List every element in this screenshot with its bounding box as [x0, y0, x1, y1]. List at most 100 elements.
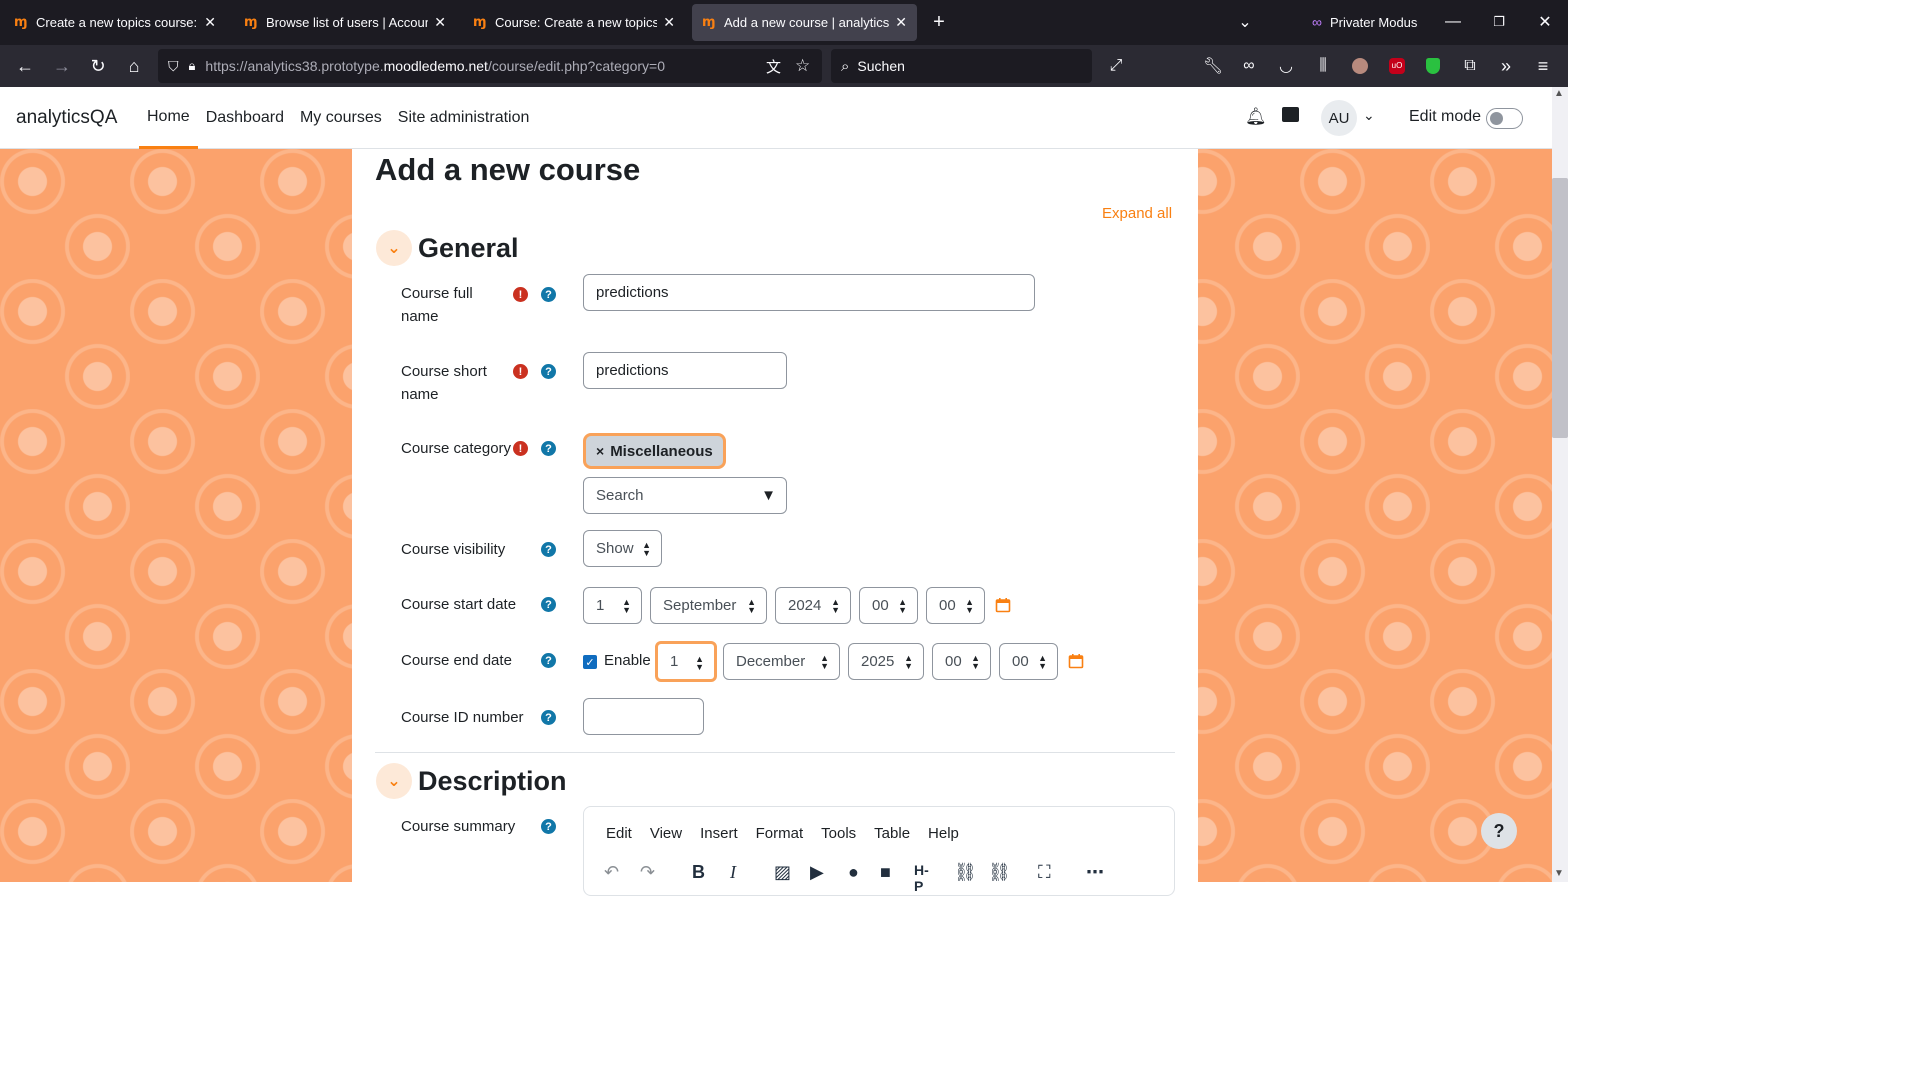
restore-button[interactable]: ❐	[1488, 10, 1510, 34]
media-icon[interactable]: ▶	[810, 862, 824, 883]
forward-arrow-icon[interactable]: →	[50, 54, 74, 78]
help-icon[interactable]: ?	[541, 819, 556, 834]
browser-tab-1[interactable]: ɱ Create a new topics course: Log ✕	[4, 4, 226, 41]
nav-my-courses[interactable]: My courses	[292, 87, 390, 149]
editor-menu-table[interactable]: Table	[874, 825, 910, 842]
bold-icon[interactable]: B	[692, 862, 705, 883]
calendar-icon[interactable]	[1068, 653, 1084, 669]
scrollbar-thumb[interactable]	[1552, 178, 1568, 438]
edit-mode-toggle[interactable]	[1486, 108, 1523, 129]
expand-all-link[interactable]: Expand all	[1102, 205, 1172, 222]
browser-tab-4[interactable]: ɱ Add a new course | analyticsQA ✕	[692, 4, 917, 41]
end-month-select[interactable]: December ▲ ▼	[723, 643, 840, 680]
browser-tab-3[interactable]: ɱ Course: Create a new topics cou ✕	[463, 4, 685, 41]
editor-menu-view[interactable]: View	[650, 825, 682, 842]
hamburger-menu-icon[interactable]: ≡	[1531, 54, 1555, 78]
section-description-header[interactable]: ⌄ Description	[376, 763, 567, 799]
course-visibility-select[interactable]: Show ▲ ▼	[583, 530, 662, 567]
h5p-icon[interactable]: H-P	[914, 862, 929, 894]
window-close-button[interactable]: ✕	[1534, 10, 1556, 34]
browser-tab-2[interactable]: ɱ Browse list of users | Accounts | ✕	[234, 4, 456, 41]
redo-icon[interactable]: ↷	[640, 862, 655, 883]
dropdown-triangle-icon[interactable]: ▼	[761, 487, 776, 504]
url-bar[interactable]: ⛉ 🔒︎ https://analytics38.prototype. moodl…	[158, 49, 822, 83]
fullscreen-icon[interactable]: ⛶	[1038, 862, 1051, 883]
editor-menu-help[interactable]: Help	[928, 825, 959, 842]
image-icon[interactable]: ▨	[774, 862, 791, 883]
account-avatar-icon[interactable]	[1348, 54, 1372, 78]
chevron-down-icon[interactable]: ⌄	[376, 230, 412, 266]
help-icon[interactable]: ?	[541, 287, 556, 302]
microphone-icon[interactable]: ●	[848, 862, 859, 883]
close-icon[interactable]: ✕	[663, 14, 675, 31]
shield-extension-icon[interactable]	[1421, 54, 1445, 78]
back-arrow-icon[interactable]: ←	[13, 54, 37, 78]
ublock-icon[interactable]: uO	[1385, 54, 1409, 78]
scroll-up-icon[interactable]: ▲	[1554, 88, 1564, 99]
new-tab-button[interactable]: +	[928, 10, 950, 34]
minimize-button[interactable]: —	[1442, 10, 1464, 34]
pocket-icon[interactable]: ◡	[1274, 54, 1298, 78]
help-icon[interactable]: ?	[541, 364, 556, 379]
messages-icon[interactable]	[1282, 107, 1299, 122]
start-minute-select[interactable]: 00 ▲ ▼	[926, 587, 985, 624]
chevron-down-icon[interactable]: ⌄	[1363, 107, 1375, 124]
bell-icon[interactable]: 🔔︎	[1245, 107, 1267, 127]
course-full-name-input[interactable]: predictions	[583, 274, 1035, 311]
start-year-select[interactable]: 2024 ▲ ▼	[775, 587, 851, 624]
start-day-select[interactable]: 1 ▲ ▼	[583, 587, 642, 624]
nav-site-administration[interactable]: Site administration	[390, 87, 538, 149]
private-mask-icon[interactable]: ∞	[1237, 54, 1261, 78]
lock-icon[interactable]: 🔒︎	[189, 58, 196, 74]
editor-menu-edit[interactable]: Edit	[606, 825, 632, 842]
tab-list-chevron-icon[interactable]: ⌄	[1234, 10, 1256, 34]
rich-text-editor[interactable]: Edit View Insert Format Tools Table Help…	[583, 806, 1175, 896]
start-month-select[interactable]: September ▲ ▼	[650, 587, 767, 624]
end-day-select[interactable]: 1 ▲ ▼	[655, 641, 717, 682]
editor-menu-format[interactable]: Format	[756, 825, 804, 842]
reload-icon[interactable]: ↻	[86, 54, 110, 78]
close-icon[interactable]: ✕	[204, 14, 216, 31]
extensions-puzzle-icon[interactable]: ⧉	[1458, 54, 1482, 78]
site-brand[interactable]: analyticsQA	[16, 107, 117, 129]
translate-icon[interactable]: 文	[766, 56, 781, 77]
help-icon[interactable]: ?	[541, 653, 556, 668]
italic-icon[interactable]: I	[730, 862, 736, 883]
remove-tag-icon[interactable]: ×	[596, 443, 604, 459]
end-date-enable-checkbox[interactable]: ✓	[583, 655, 597, 669]
nav-home[interactable]: Home	[139, 87, 198, 149]
end-hour-select[interactable]: 00 ▲ ▼	[932, 643, 991, 680]
video-camera-icon[interactable]: ■	[880, 862, 891, 883]
category-selected-tag[interactable]: × Miscellaneous	[583, 433, 726, 469]
course-short-name-input[interactable]: predictions	[583, 352, 787, 389]
end-minute-select[interactable]: 00 ▲ ▼	[999, 643, 1058, 680]
help-icon[interactable]: ?	[541, 597, 556, 612]
chevron-down-icon[interactable]: ⌄	[376, 763, 412, 799]
unlink-icon[interactable]: ⛓	[988, 862, 1011, 883]
page-help-button[interactable]: ?	[1481, 813, 1517, 849]
library-icon[interactable]: ⫼	[1311, 54, 1335, 78]
scroll-down-icon[interactable]: ▼	[1554, 868, 1564, 879]
calendar-icon[interactable]	[995, 597, 1011, 613]
end-year-select[interactable]: 2025 ▲ ▼	[848, 643, 924, 680]
editor-menu-tools[interactable]: Tools	[821, 825, 856, 842]
help-icon[interactable]: ?	[541, 710, 556, 725]
link-icon[interactable]: ⛓	[954, 862, 977, 883]
editor-menu-insert[interactable]: Insert	[700, 825, 738, 842]
section-general-header[interactable]: ⌄ General	[376, 230, 519, 266]
wrench-icon[interactable]: 🔧︎	[1201, 54, 1225, 78]
shield-icon[interactable]: ⛉	[168, 58, 179, 75]
undo-icon[interactable]: ↶	[604, 862, 619, 883]
bookmark-star-icon[interactable]: ☆	[795, 56, 810, 76]
start-hour-select[interactable]: 00 ▲ ▼	[859, 587, 918, 624]
help-icon[interactable]: ?	[541, 542, 556, 557]
fullscreen-expand-icon[interactable]: ⤢	[1104, 54, 1128, 78]
close-icon[interactable]: ✕	[895, 14, 907, 31]
help-icon[interactable]: ?	[541, 441, 556, 456]
close-icon[interactable]: ✕	[434, 14, 446, 31]
home-icon[interactable]: ⌂	[122, 54, 146, 78]
avatar[interactable]: AU	[1321, 100, 1357, 136]
overflow-chevrons-icon[interactable]: »	[1494, 54, 1518, 78]
more-icon[interactable]: ⋯	[1086, 862, 1104, 883]
category-search-input[interactable]: Search ▼	[583, 477, 787, 514]
